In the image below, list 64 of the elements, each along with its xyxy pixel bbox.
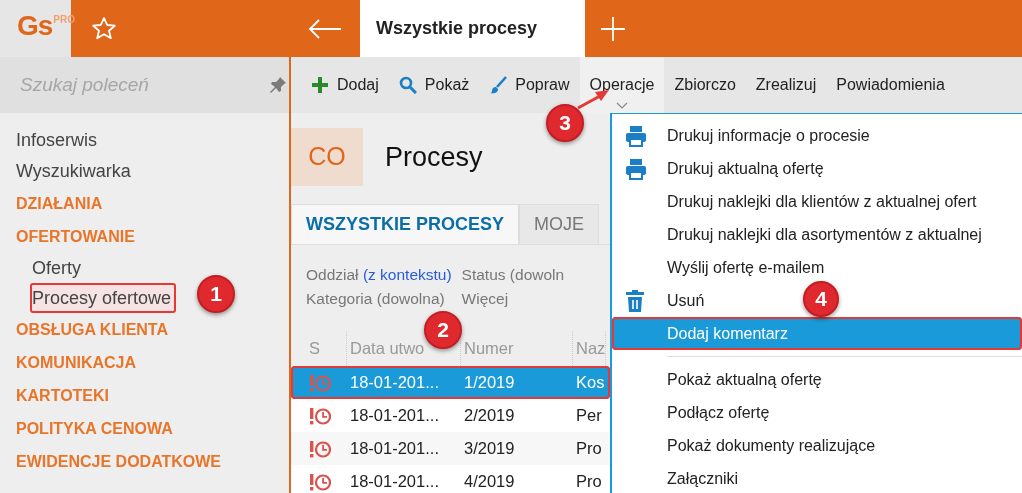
- menu-item[interactable]: Drukuj naklejki dla klientów z aktualnej ofert: [612, 185, 987, 218]
- table-cell: 18-01-201...: [350, 439, 439, 458]
- table-cell: 3/2019: [464, 439, 515, 458]
- table-cell: Kos: [576, 373, 605, 392]
- table-cell: 4/2019: [464, 472, 515, 491]
- menu-item[interactable]: Załączniki: [612, 462, 749, 493]
- logo-text: Gs: [17, 12, 53, 40]
- alert-clock-icon: [309, 439, 331, 458]
- filter-label[interactable]: Oddział: [306, 266, 359, 283]
- pin-icon: [269, 76, 287, 94]
- table-row[interactable]: 18-01-201... 4/2019 Pro: [291, 465, 610, 493]
- sidebar-link[interactable]: Infoserwis: [16, 125, 98, 156]
- alert-clock-icon: [309, 472, 331, 491]
- chevron-down-icon: [616, 102, 628, 109]
- toolbar-button[interactable]: Dodaj: [301, 67, 389, 103]
- menu-item[interactable]: Pokaż dokumenty realizujące: [612, 429, 886, 462]
- table-cell: 18-01-201...: [350, 373, 439, 392]
- toolbar-button[interactable]: Operacje: [579, 57, 665, 113]
- filter-label[interactable]: Kategoria (dowolna): [306, 290, 445, 307]
- tab[interactable]: WSZYSTKIE PROCESY: [291, 204, 520, 244]
- trash-icon: [625, 289, 647, 312]
- tab[interactable]: MOJE: [519, 204, 600, 244]
- toolbar-button[interactable]: Powiadomienia: [826, 67, 955, 103]
- menu-item[interactable]: Drukuj aktualną ofertę: [612, 152, 834, 185]
- search-bar[interactable]: Szukaj poleceń: [0, 57, 289, 113]
- filter-label[interactable]: Więcej: [461, 290, 509, 307]
- back-arrow-icon[interactable]: [308, 18, 342, 39]
- table-cell: 2/2019: [464, 406, 515, 425]
- table-row[interactable]: 18-01-201... 2/2019 Per: [291, 399, 610, 432]
- window-tab[interactable]: Wszystkie procesy: [360, 0, 585, 57]
- menu-item[interactable]: Drukuj naklejki dla asortymentów z aktualnej: [612, 218, 992, 251]
- toolbar-button[interactable]: Popraw: [479, 67, 580, 103]
- page-title: Procesy: [385, 140, 483, 174]
- filter-label[interactable]: Status (dowoln: [461, 266, 565, 283]
- table-cell: Pro: [576, 472, 602, 491]
- table-cell: 18-01-201...: [350, 472, 439, 491]
- menu-item[interactable]: Usuń: [612, 284, 715, 317]
- menu-item[interactable]: Drukuj informacje o procesie: [612, 119, 880, 152]
- brush-icon: [489, 76, 508, 94]
- search-field[interactable]: Szukaj poleceń: [18, 69, 269, 101]
- menu-item[interactable]: Wyślij ofertę e-mailem: [612, 251, 835, 284]
- sidebar-link[interactable]: Wyszukiwarka: [16, 156, 131, 187]
- table-cell: 18-01-201...: [350, 406, 439, 425]
- printer-icon: [625, 124, 647, 147]
- module-badge: CO: [291, 128, 363, 186]
- toolbar-button[interactable]: Pokaż: [388, 67, 480, 103]
- table-row[interactable]: 18-01-201... 3/2019 Pro: [291, 432, 610, 465]
- table-cell: 1/2019: [464, 373, 515, 392]
- plus-icon[interactable]: [599, 15, 626, 42]
- menu-item[interactable]: Pokaż aktualną ofertę: [612, 363, 832, 396]
- alert-clock-icon: [309, 373, 331, 392]
- alert-clock-icon: [309, 406, 331, 425]
- printer-icon: [625, 157, 647, 180]
- table-cell: Pro: [576, 439, 602, 458]
- search-icon: [398, 76, 417, 94]
- filter-link[interactable]: (z kontekstu): [362, 266, 452, 283]
- sidebar-item[interactable]: Oferty: [30, 253, 86, 283]
- toolbar-button[interactable]: Zbiorczo: [664, 67, 746, 103]
- menu-item[interactable]: Podłącz ofertę: [612, 396, 780, 429]
- toolbar-button[interactable]: Zrealizuj: [745, 67, 827, 103]
- sidebar-item[interactable]: Procesy ofertowe: [30, 283, 177, 313]
- table-cell: Per: [576, 406, 602, 425]
- star-icon[interactable]: [91, 15, 117, 42]
- plus-icon: [311, 76, 329, 94]
